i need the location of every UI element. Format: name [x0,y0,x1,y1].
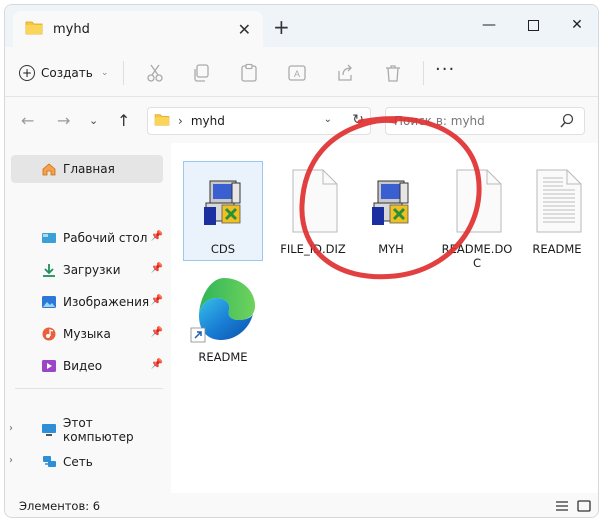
close-icon: ✕ [571,17,583,33]
title-bar: myhd ✕ + — ✕ [5,5,598,47]
folder-icon [25,20,43,38]
file-name: README.DOC [441,242,513,270]
blank-document-icon [438,162,518,240]
blank-document-icon [274,162,354,240]
file-name: CDS [210,242,236,256]
sidebar-item-network[interactable]: › Сеть [9,448,163,476]
sidebar-item-label: Загрузки [63,263,121,277]
downloads-icon [43,264,55,277]
file-item-cds[interactable]: CDS [183,161,263,261]
file-name: MYH [378,242,404,256]
search-input[interactable]: Поиск в: myhd [394,114,485,128]
music-icon [42,327,56,341]
text-document-icon [518,162,598,240]
plus-icon: + [19,65,35,81]
sidebar-item-this-pc[interactable]: › Этот компьютер [9,416,163,444]
breadcrumb-current[interactable]: myhd [191,114,225,128]
back-arrow-icon[interactable]: ← [21,111,34,130]
address-dropdown-icon[interactable]: ⌄ [324,114,332,125]
file-name: README [532,242,582,256]
file-item-myh[interactable]: MYH [351,161,431,261]
chevron-down-icon: ⌄ [100,68,109,78]
edge-browser-icon [184,270,264,348]
maximize-button[interactable] [511,11,555,39]
chevron-right-icon[interactable]: › [9,423,13,434]
forward-arrow-icon[interactable]: → [57,111,70,130]
rename-icon[interactable]: A [287,63,307,83]
file-item-readme-txt[interactable]: README [517,161,597,261]
maximize-icon [527,19,539,31]
sidebar-item-label: Сеть [63,455,93,469]
sidebar-item-label: Видео [63,359,103,373]
chevron-right-icon[interactable]: › [9,455,13,466]
toolbar-divider [123,61,124,85]
sidebar-item-home[interactable]: Главная [11,155,163,183]
file-explorer-window: myhd ✕ + — ✕ + Создать ⌄ A ··· ← → ⌄ ↑ ›… [4,4,599,518]
installer-icon [352,162,432,240]
status-bar: Элементов: 6 [5,493,598,517]
minimize-button[interactable]: — [467,11,511,39]
address-bar[interactable]: › myhd ⌄ ↻ [147,107,371,135]
search-icon [560,113,574,128]
file-list: CDS FILE_ID.DIZ MYH README.DOC README RE… [171,143,598,493]
pin-icon[interactable]: 📌 [151,359,163,370]
desktop-icon [42,233,56,243]
file-item-readme-shortcut[interactable]: README [183,269,263,369]
search-box[interactable]: Поиск в: myhd [385,107,585,135]
close-button[interactable]: ✕ [555,11,598,39]
sidebar-item-label: Рабочий стол [63,231,148,245]
copy-icon[interactable] [191,63,211,83]
large-icons-view-icon[interactable] [577,500,591,512]
refresh-icon[interactable]: ↻ [352,112,364,128]
paste-icon[interactable] [239,63,259,83]
sidebar-item-desktop[interactable]: Рабочий стол 📌 [11,224,163,252]
pin-icon[interactable]: 📌 [151,327,163,338]
file-name: FILE_ID.DIZ [280,242,346,256]
sidebar-item-label: Главная [63,162,115,176]
breadcrumb-chevron-icon[interactable]: › [178,114,183,128]
installer-icon [184,162,264,240]
computer-icon [42,424,56,436]
tab-close-icon[interactable]: ✕ [238,20,251,39]
toolbar-divider [423,61,424,85]
sidebar-item-music[interactable]: Музыка 📌 [11,320,163,348]
sidebar-item-label: Изображения [63,295,150,309]
pin-icon[interactable]: 📌 [151,295,163,306]
sidebar-item-pictures[interactable]: Изображения 📌 [11,288,163,316]
videos-icon [42,360,56,372]
folder-icon [154,113,170,129]
up-arrow-icon[interactable]: ↑ [117,111,130,130]
navigation-bar: ← → ⌄ ↑ › myhd ⌄ ↻ Поиск в: myhd [5,97,598,143]
item-count: Элементов: 6 [19,499,101,513]
file-item-file-id-diz[interactable]: FILE_ID.DIZ [273,161,353,261]
svg-text:A: A [294,69,300,79]
sidebar-item-label: Музыка [63,327,111,341]
sidebar-item-downloads[interactable]: Загрузки 📌 [11,256,163,284]
pin-icon[interactable]: 📌 [151,231,163,242]
tab-title: myhd [53,21,90,37]
create-button[interactable]: + Создать ⌄ [19,59,108,87]
more-options-button[interactable]: ··· [435,59,455,80]
pictures-icon [42,296,56,308]
file-item-readme-doc[interactable]: README.DOC [437,161,517,275]
tab-myhd[interactable]: myhd ✕ [13,11,263,47]
recent-locations-chevron-icon[interactable]: ⌄ [89,114,98,127]
pin-icon[interactable]: 📌 [151,263,163,274]
network-icon [43,456,56,467]
command-bar: + Создать ⌄ A ··· [5,47,598,97]
sidebar-item-videos[interactable]: Видео 📌 [11,352,163,380]
home-icon [42,163,56,176]
details-view-icon[interactable] [555,500,569,512]
sidebar-divider [15,388,163,389]
sidebar-item-label: Этот компьютер [63,416,134,444]
file-name: README [198,350,248,364]
delete-icon[interactable] [383,63,403,83]
share-icon[interactable] [335,63,355,83]
new-tab-button[interactable]: + [273,15,290,39]
cut-icon[interactable] [145,63,165,83]
create-label: Создать [41,66,93,80]
minimize-icon: — [482,17,496,33]
navigation-pane: Главная Рабочий стол 📌 Загрузки 📌 Изобра… [5,143,171,493]
